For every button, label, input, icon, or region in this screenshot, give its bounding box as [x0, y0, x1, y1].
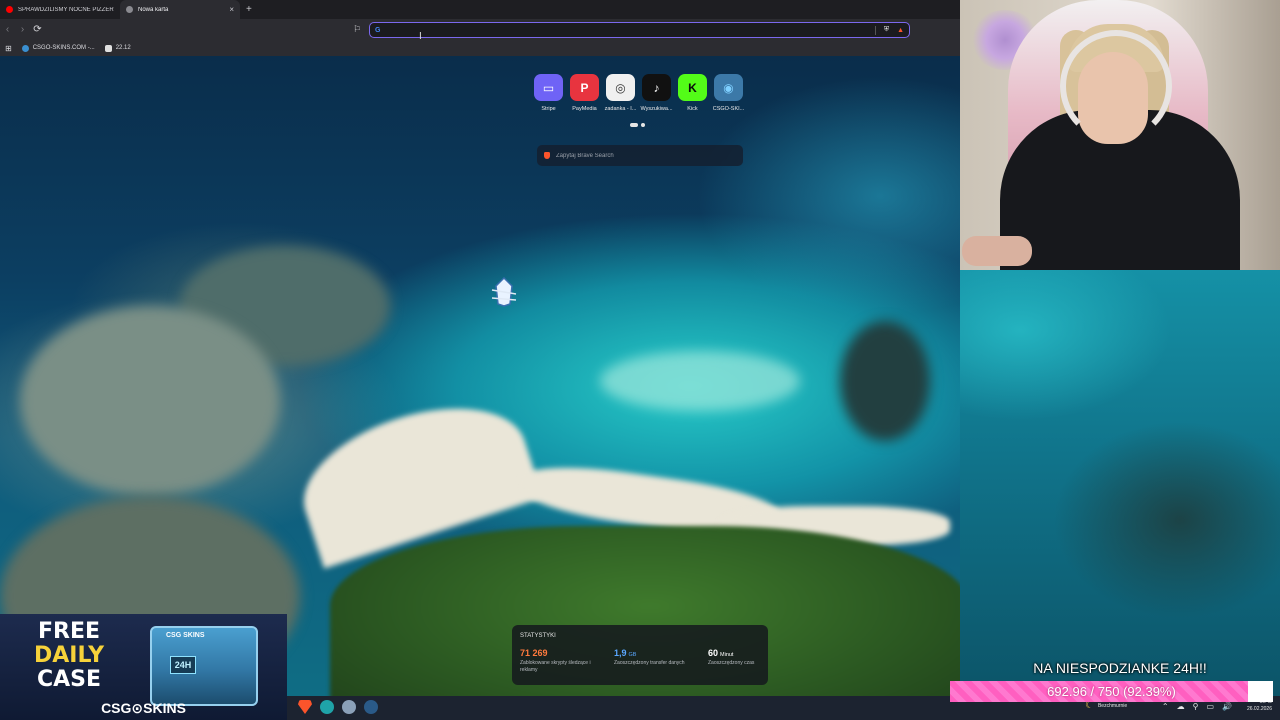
stat-value: 71 269	[520, 648, 548, 658]
brave-logo-icon	[544, 152, 550, 159]
apps-grid-icon[interactable]: ⊞	[5, 44, 12, 53]
bookmark-csgo-skins[interactable]: CSGO-SKINS.COM -...	[21, 44, 95, 52]
tab-bar: SPRAWDZILISMY NOCNE PIZZERIE W Nowa kart…	[0, 0, 960, 19]
promo-line2: DAILY	[34, 643, 104, 668]
bookmarks-bar: ⊞ CSGO-SKINS.COM -... 22.12	[0, 40, 960, 56]
mic-icon[interactable]: ⚲	[1193, 702, 1199, 711]
stat-desc: Zaoszczędzony transfer danych	[614, 660, 685, 666]
stats-widget: STATYSTYKI 71 269 Zablokowane skrypty śl…	[512, 625, 768, 685]
shortcut-label: CSGO-SKI...	[712, 106, 745, 112]
top-sites: ▭ Stripe P PayMedia ◎ zadanka - I... ♪ W…	[534, 74, 744, 112]
weather-label: Bezchmurnie	[1097, 702, 1128, 709]
shortcut-label: Stripe	[541, 106, 556, 112]
tab-title: Nowa karta	[138, 6, 169, 13]
monitor-icon[interactable]: ▭	[1206, 702, 1214, 711]
address-input[interactable]	[386, 26, 869, 34]
tiktok-icon: ♪	[642, 74, 671, 101]
bookmark-icon[interactable]: ⚐	[353, 24, 361, 35]
brave-tab-icon	[126, 6, 133, 13]
address-bar[interactable]: G ⛨ ▲	[369, 22, 910, 38]
shortcut-pager[interactable]	[630, 123, 645, 127]
stripe-icon: ▭	[534, 74, 563, 101]
pager-dot[interactable]	[641, 123, 645, 127]
tray-chevron-icon[interactable]: ⌃	[1162, 702, 1169, 711]
youtube-icon	[6, 6, 13, 13]
kick-icon: K	[678, 74, 707, 101]
close-tab-icon[interactable]: ×	[229, 5, 234, 14]
stat-time: 60 Minut Zaoszczędzony czas	[708, 648, 758, 674]
brave-rewards-icon[interactable]: ▲	[897, 27, 904, 34]
case-chest-image: CSG SKINS 24H	[150, 626, 258, 706]
shortcut-paymedia[interactable]: P PayMedia	[570, 74, 599, 112]
shortcut-stripe[interactable]: ▭ Stripe	[534, 74, 563, 112]
page-icon	[104, 44, 112, 52]
cloud-icon[interactable]: ☁	[1177, 702, 1185, 711]
shortcut-label: zadanka - I...	[604, 106, 637, 112]
system-tray: ⌃ ☁ ⚲ ▭ 🔊	[1162, 702, 1232, 711]
brave-shields-icon[interactable]: ⛨	[884, 26, 889, 34]
shortcut-label: Kick	[687, 106, 698, 112]
wallpaper	[0, 56, 960, 696]
stat-desc: Zablokowane skrypty śledzące i reklamy	[520, 660, 591, 673]
back-button[interactable]: ‹	[0, 24, 15, 35]
stat-bandwidth: 1,9 GB Zaoszczędzony transfer danych	[614, 648, 688, 674]
tab-title: SPRAWDZILISMY NOCNE PIZZERIE W	[18, 6, 114, 13]
webcam-feed	[960, 0, 1280, 270]
tab-new-tab[interactable]: Nowa karta ×	[120, 0, 240, 19]
bookmark-label: CSGO-SKINS.COM -...	[32, 45, 95, 51]
stat-desc: Zaoszczędzony czas	[708, 660, 755, 666]
zadanka-icon: ◎	[606, 74, 635, 101]
promo-headline: FREE DAILY CASE	[24, 620, 114, 692]
tab-youtube[interactable]: SPRAWDZILISMY NOCNE PIZZERIE W	[0, 0, 120, 19]
csgo-skins-icon	[21, 44, 29, 52]
volume-icon[interactable]: 🔊	[1222, 702, 1232, 711]
goal-progress-text: 692.96 / 750 (92.39%)	[1047, 684, 1176, 699]
stats-title: STATYSTYKI	[520, 633, 556, 639]
stat-value: 1,9	[614, 648, 627, 658]
paymedia-icon: P	[570, 74, 599, 101]
bookmark-2212[interactable]: 22.12	[104, 44, 131, 52]
date: 26.02.2026	[1246, 706, 1272, 712]
shortcut-zadanka[interactable]: ◎ zadanka - I...	[605, 74, 636, 112]
goal-title: NA NIESPODZIANKE 24H!!	[1033, 660, 1207, 676]
brave-search-box[interactable]	[537, 145, 743, 166]
reload-button[interactable]: ⟳	[30, 24, 45, 35]
goal-progress-bar: 692.96 / 750 (92.39%)	[950, 681, 1273, 702]
google-icon: G	[375, 26, 381, 34]
headphones-icon	[1060, 30, 1172, 142]
stat-trackers: 71 269 Zablokowane skrypty śledzące i re…	[520, 648, 594, 674]
stream-screen: SPRAWDZILISMY NOCNE PIZZERIE W Nowa kart…	[0, 0, 1280, 720]
pager-dot-active[interactable]	[630, 123, 638, 127]
shortcut-label: PayMedia	[572, 106, 597, 112]
forward-button[interactable]: ›	[15, 24, 30, 35]
boat-image	[491, 276, 517, 307]
promo-line1: FREE	[37, 619, 101, 644]
shortcut-kick[interactable]: K Kick	[678, 74, 707, 112]
stat-value: 60	[708, 648, 719, 658]
hands	[962, 236, 1032, 266]
edge-taskbar-icon[interactable]	[320, 700, 334, 714]
search-input[interactable]	[556, 152, 736, 159]
promo-banner: FREE DAILY CASE CSG SKINS 24H CSG⊙SKINS	[0, 614, 287, 720]
steam-taskbar-icon[interactable]	[364, 700, 378, 714]
csgo-skins-icon: ◉	[714, 74, 743, 101]
divider	[874, 25, 876, 35]
stat-unit: GB	[628, 652, 637, 658]
wallpaper-right	[960, 270, 1280, 696]
settings-taskbar-icon[interactable]	[342, 700, 356, 714]
promo-brand: CSG⊙SKINS	[101, 700, 186, 716]
shortcut-csgo-skins[interactable]: ◉ CSGO-SKI...	[713, 74, 744, 112]
bookmark-label: 22.12	[115, 45, 131, 51]
promo-line3: CASE	[36, 667, 102, 692]
chest-brand: CSG SKINS	[166, 632, 205, 639]
shortcut-tiktok[interactable]: ♪ Wyszukiwa...	[640, 74, 673, 112]
new-tab-button[interactable]: +	[240, 4, 258, 15]
chest-label: 24H	[170, 656, 196, 674]
shortcut-label: Wyszukiwa...	[640, 106, 673, 112]
stat-unit: Minut	[720, 652, 734, 658]
